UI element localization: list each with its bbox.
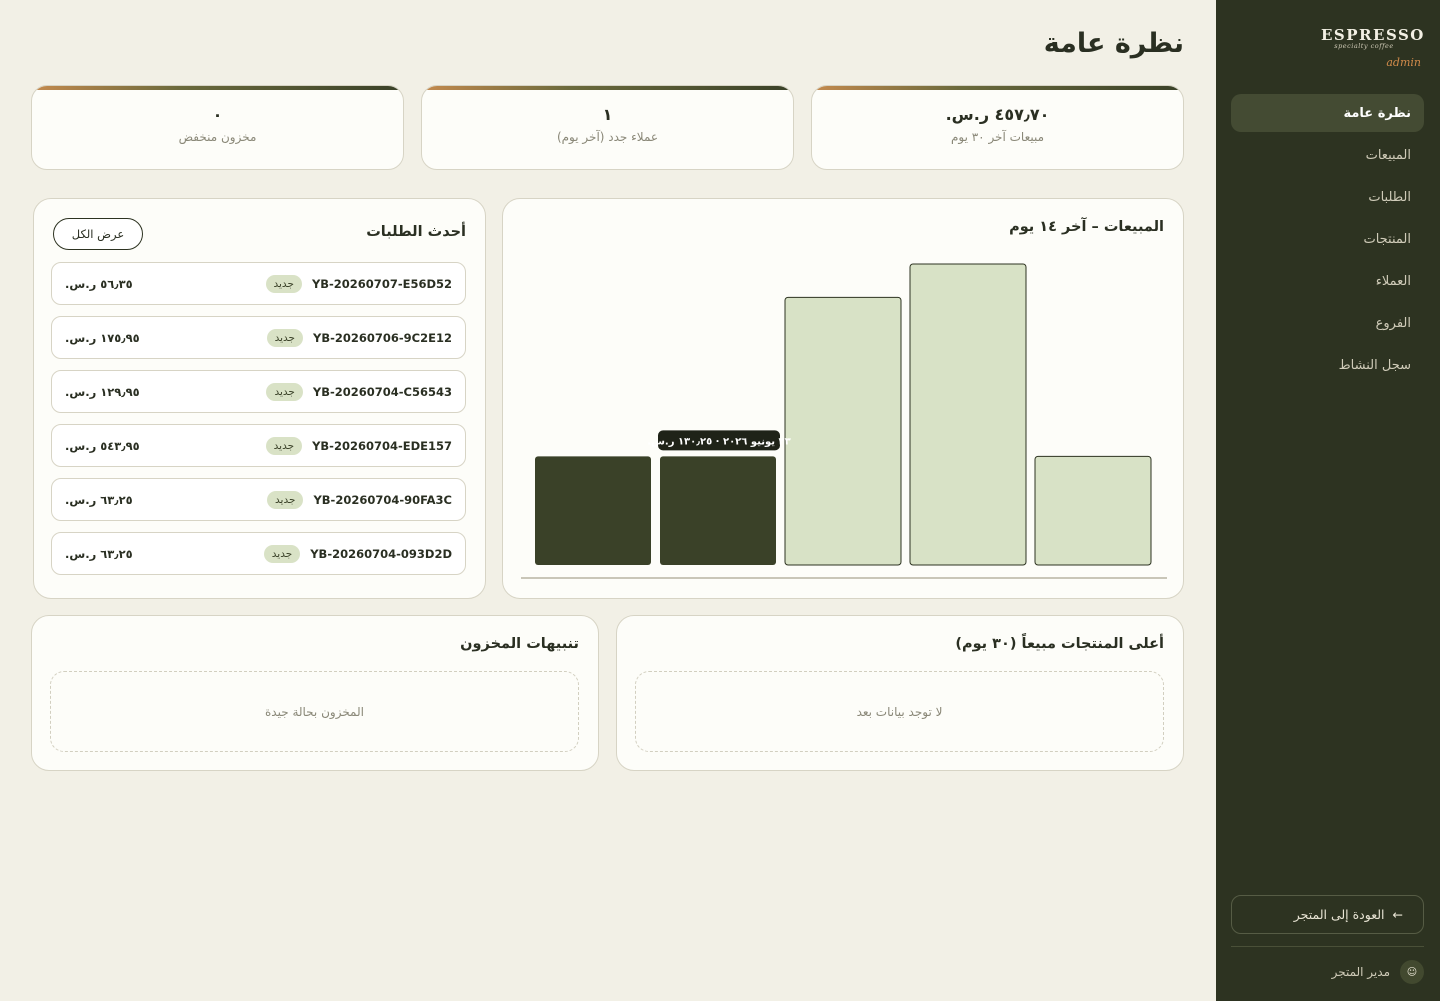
- sidebar-item-label: المبيعات: [1365, 147, 1411, 163]
- user-menu[interactable]: ☺ مدير المتجر: [1231, 960, 1424, 984]
- sidebar-item-sales[interactable]: المبيعات: [1231, 136, 1424, 174]
- chart-tooltip-text: ٢٣ يونيو ٢٠٢٦ · ١٣٠٫٢٥ ر.س.: [647, 436, 790, 447]
- stat-value: ٠: [212, 105, 223, 124]
- arrow-left-icon: ←: [1392, 907, 1403, 922]
- top-products-empty: لا توجد بيانات بعد: [635, 671, 1164, 752]
- stat-label: مبيعات آخر ٣٠ يوم: [950, 130, 1045, 144]
- sidebar: ESPRESSO specialty coffee admin نظرة عام…: [1216, 0, 1440, 1001]
- recent-orders-title: أحدث الطلبات: [366, 224, 466, 240]
- chart-bar[interactable]: [784, 296, 902, 566]
- back-to-store-label: العودة إلى المتجر: [1293, 907, 1385, 922]
- sidebar-item-products[interactable]: المنتجات: [1231, 220, 1424, 258]
- sidebar-divider: [1231, 946, 1424, 947]
- order-amount: ٦٣٫٢٥ ر.س.: [65, 492, 133, 507]
- chart-bar[interactable]: [1034, 455, 1152, 566]
- stock-alerts-title: تنبيهات المخزون: [460, 636, 579, 652]
- order-amount: ٦٣٫٢٥ ر.س.: [65, 546, 133, 561]
- sales-chart-title: المبيعات – آخر ١٤ يوم: [1009, 219, 1164, 235]
- chart-bar[interactable]: [909, 263, 1027, 566]
- sidebar-nav: نظرة عامة المبيعات الطلبات المنتجات العم…: [1231, 94, 1424, 388]
- avatar-icon: ☺: [1400, 960, 1424, 984]
- order-row[interactable]: YB-20260704-093D2D جديد ٦٣٫٢٥ ر.س.: [51, 532, 466, 575]
- status-badge: جديد: [266, 382, 303, 401]
- status-badge: جديد: [267, 490, 304, 509]
- sidebar-item-orders[interactable]: الطلبات: [1231, 178, 1424, 216]
- status-badge: جديد: [265, 274, 302, 293]
- order-row[interactable]: YB-20260704-90FA3C جديد ٦٣٫٢٥ ر.س.: [51, 478, 466, 521]
- sidebar-item-overview[interactable]: نظرة عامة: [1231, 94, 1424, 132]
- sidebar-item-customers[interactable]: العملاء: [1231, 262, 1424, 300]
- orders-list: YB-20260707-E56D52 جديد ٥٦٫٣٥ ر.س. YB-20…: [51, 262, 466, 586]
- top-products-panel: أعلى المنتجات مبيعاً (٣٠ يوم) لا توجد بي…: [616, 615, 1184, 771]
- stock-alerts-panel: تنبيهات المخزون المخزون بحالة جيدة: [31, 615, 599, 771]
- sidebar-item-label: الطلبات: [1368, 189, 1411, 205]
- order-amount: ١٢٩٫٩٥ ر.س.: [65, 384, 140, 399]
- status-badge: جديد: [263, 544, 301, 563]
- sidebar-item-label: العملاء: [1375, 273, 1411, 289]
- sidebar-item-branches[interactable]: الفروع: [1231, 304, 1424, 342]
- order-row[interactable]: YB-20260704-C56543 جديد ١٢٩٫٩٥ ر.س.: [51, 370, 466, 413]
- chart-tooltip: ٢٣ يونيو ٢٠٢٦ · ١٣٠٫٢٥ ر.س.: [647, 430, 791, 451]
- sidebar-item-label: المنتجات: [1363, 231, 1411, 247]
- order-id: YB-20260704-C56543: [312, 384, 452, 399]
- stat-value: ٤٥٧٫٧٠ ر.س.: [945, 105, 1050, 124]
- stat-label: مخزون منخفض: [178, 130, 257, 144]
- back-to-store-button[interactable]: ← العودة إلى المتجر: [1231, 895, 1424, 934]
- order-amount: ٥٤٣٫٩٥ ر.س.: [65, 438, 140, 453]
- sidebar-item-label: نظرة عامة: [1343, 105, 1411, 121]
- stat-card-sales: ٤٥٧٫٧٠ ر.س. مبيعات آخر ٣٠ يوم: [811, 85, 1184, 170]
- view-all-orders-button[interactable]: عرض الكل: [53, 218, 143, 250]
- stat-card-new-customers: ١ عملاء جدد (آخر يوم): [421, 85, 794, 170]
- order-id: YB-20260706-9C2E12: [313, 330, 452, 345]
- order-amount: ١٧٥٫٩٥ ر.س.: [65, 330, 140, 345]
- sidebar-item-activity-log[interactable]: سجل النشاط: [1231, 346, 1424, 384]
- user-name: مدير المتجر: [1331, 965, 1390, 979]
- stat-label: عملاء جدد (آخر يوم): [556, 130, 659, 144]
- status-badge: جديد: [266, 328, 304, 347]
- order-row[interactable]: YB-20260706-9C2E12 جديد ١٧٥٫٩٥ ر.س.: [51, 316, 466, 359]
- page-title: نظرة عامة: [1043, 28, 1184, 59]
- stock-alerts-empty: المخزون بحالة جيدة: [50, 671, 579, 752]
- stat-card-low-stock: ٠ مخزون منخفض: [31, 85, 404, 170]
- order-amount: ٥٦٫٣٥ ر.س.: [65, 276, 133, 291]
- order-id: YB-20260707-E56D52: [311, 276, 452, 291]
- order-id: YB-20260704-093D2D: [310, 546, 452, 561]
- sales-chart: ٢٣ يونيو ٢٠٢٦ · ١٣٠٫٢٥ ر.س.: [521, 263, 1167, 579]
- stat-value: ١: [602, 105, 613, 124]
- status-badge: جديد: [265, 436, 303, 455]
- brand-logo[interactable]: ESPRESSO specialty coffee: [1321, 26, 1423, 50]
- order-row[interactable]: YB-20260704-EDE157 جديد ٥٤٣٫٩٥ ر.س.: [51, 424, 466, 467]
- chart-bar[interactable]: [535, 456, 651, 565]
- order-id: YB-20260704-90FA3C: [313, 492, 452, 507]
- chart-bar[interactable]: [660, 456, 776, 565]
- sidebar-item-label: سجل النشاط: [1338, 357, 1411, 373]
- sales-chart-panel: المبيعات – آخر ١٤ يوم ٢٣ يونيو ٢٠٢٦ · ١٣…: [502, 198, 1184, 599]
- role-label: admin: [1386, 56, 1421, 69]
- order-id: YB-20260704-EDE157: [312, 438, 452, 453]
- sidebar-item-label: الفروع: [1375, 315, 1411, 331]
- order-row[interactable]: YB-20260707-E56D52 جديد ٥٦٫٣٥ ر.س.: [51, 262, 466, 305]
- top-products-title: أعلى المنتجات مبيعاً (٣٠ يوم): [955, 636, 1164, 652]
- recent-orders-panel: أحدث الطلبات عرض الكل YB-20260707-E56D52…: [33, 198, 486, 599]
